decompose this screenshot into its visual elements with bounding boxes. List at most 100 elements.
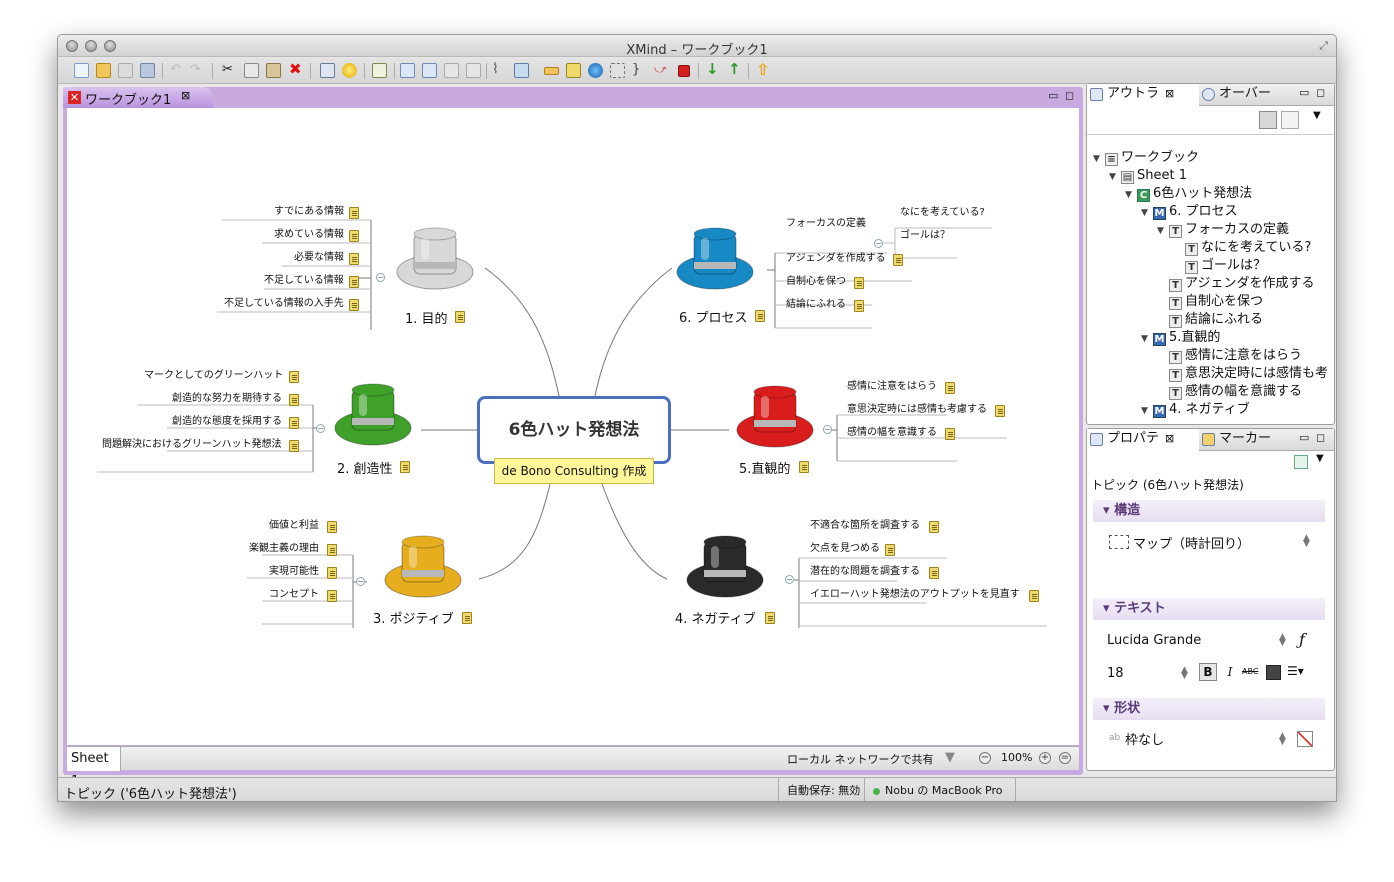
image-icon[interactable]	[514, 63, 529, 78]
tree-item[interactable]: ▼ M 4. ネガティブ	[1141, 401, 1250, 420]
shape-select[interactable]: 枠なし	[1125, 729, 1164, 748]
branch-negative-label[interactable]: 4. ネガティブ	[675, 608, 756, 627]
italic-icon[interactable]: I	[1223, 663, 1237, 681]
note-icon[interactable]	[327, 521, 337, 533]
sheet-tab[interactable]: Sheet 1	[67, 747, 121, 789]
note-icon[interactable]	[755, 310, 765, 322]
cut-icon[interactable]: ✂	[222, 63, 237, 78]
subtopic[interactable]: 欠点を見つめる	[810, 543, 880, 555]
branch-positive-label[interactable]: 3. ポジティブ	[373, 608, 454, 627]
fill-color-icon[interactable]	[1297, 731, 1313, 747]
redo-icon[interactable]: ↷	[190, 63, 205, 78]
view-menu-icon[interactable]: ▼	[1316, 453, 1324, 464]
minimize-view-icon[interactable]: ▭	[1299, 431, 1309, 444]
save-icon[interactable]	[118, 63, 133, 78]
bold-icon[interactable]: B	[1199, 663, 1217, 681]
select-stepper[interactable]: ▲ ▼	[1303, 534, 1310, 549]
collapse-toggle[interactable]: −	[823, 425, 832, 434]
note-icon[interactable]	[462, 612, 472, 624]
note-icon[interactable]	[765, 612, 775, 624]
note-icon[interactable]	[885, 544, 895, 556]
new-icon[interactable]	[74, 63, 89, 78]
tree-item[interactable]: T アジェンダを作成する	[1157, 275, 1314, 293]
font-select[interactable]: Lucida Grande	[1107, 633, 1201, 648]
summary-icon[interactable]: }	[632, 63, 647, 78]
tree-item[interactable]: ▼ ≡ ワークブック	[1093, 149, 1199, 168]
collapse-toggle[interactable]: −	[874, 239, 883, 248]
tree-item[interactable]: T なにを考えている?	[1173, 239, 1311, 257]
subtopic[interactable]: 結論にふれる	[786, 299, 846, 311]
minimize-view-icon[interactable]: ▭	[1048, 89, 1058, 102]
maximize-view-icon[interactable]: ◻	[1316, 431, 1325, 444]
subtopic[interactable]: なにを考えている?	[900, 207, 985, 219]
note-icon[interactable]	[995, 405, 1005, 417]
callout-note[interactable]: de Bono Consulting 作成	[494, 458, 654, 484]
paste-icon[interactable]	[266, 63, 281, 78]
drill-up-icon[interactable]: ↑	[728, 62, 743, 78]
subtopic[interactable]: 不足している情報の入手先	[224, 298, 344, 310]
branch-intuition-label[interactable]: 5.直観的	[739, 458, 790, 477]
section-structure[interactable]: ▾ 構造	[1093, 500, 1325, 522]
section-text[interactable]: ▾ テキスト	[1093, 598, 1325, 620]
note-icon[interactable]	[893, 254, 903, 266]
note-icon[interactable]	[455, 311, 465, 323]
relationship-icon[interactable]: ⤻	[654, 63, 669, 78]
tree-item[interactable]: ▼ M 5.直観的	[1141, 329, 1220, 348]
network-peer[interactable]: Nobu の MacBook Pro	[864, 778, 1016, 801]
autosave-status[interactable]: 自動保存: 無効	[778, 778, 864, 801]
note-icon[interactable]	[289, 394, 299, 406]
tree-item[interactable]: T 自制心を保つ	[1157, 293, 1263, 311]
collapse-toggle[interactable]: −	[376, 273, 385, 282]
insert-before-icon[interactable]	[444, 63, 459, 78]
font-size-field[interactable]: 18	[1107, 666, 1124, 681]
subtopic[interactable]: 意思決定時には感情も考慮する	[847, 404, 987, 416]
shape-stepper[interactable]: ▲ ▼	[1279, 732, 1286, 747]
copy-icon[interactable]	[244, 63, 259, 78]
subtopic[interactable]: コンセプト	[269, 589, 319, 601]
maximize-view-icon[interactable]: ◻	[1065, 89, 1074, 102]
subtopic[interactable]: フォーカスの定義	[786, 218, 866, 230]
subtopic[interactable]: 感情に注意をはらう	[847, 381, 937, 393]
idea-bulb-icon[interactable]	[342, 63, 357, 78]
subtopic[interactable]: アジェンダを作成する	[786, 253, 886, 265]
note-icon[interactable]	[349, 230, 359, 242]
zoom-in-icon[interactable]: +	[1039, 752, 1051, 764]
subtopic[interactable]: 必要な情報	[294, 252, 344, 264]
subtopic[interactable]: 創造的な態度を採用する	[172, 416, 282, 428]
insert-subtopic-icon[interactable]	[422, 63, 437, 78]
note-icon[interactable]	[289, 371, 299, 383]
collapse-toggle[interactable]: −	[316, 424, 325, 433]
presentation-icon[interactable]	[320, 63, 335, 78]
note-icon[interactable]	[327, 567, 337, 579]
insert-parent-icon[interactable]	[466, 63, 481, 78]
notes-icon[interactable]	[566, 63, 581, 78]
subtopic[interactable]: 創造的な努力を期待する	[172, 393, 282, 405]
tab-properties[interactable]: プロパテ ⊠	[1087, 429, 1199, 451]
collapse-toggle[interactable]: −	[356, 577, 365, 586]
subtopic[interactable]: 楽観主義の理由	[249, 543, 319, 555]
close-tab-icon[interactable]: ⊠	[181, 89, 190, 102]
tree-item[interactable]: ▼ ▤ Sheet 1	[1109, 167, 1187, 186]
subtopic[interactable]: 問題解決におけるグリーンハット発想法	[102, 439, 282, 451]
font-chooser-icon[interactable]: ƒ	[1299, 630, 1305, 649]
note-icon[interactable]	[945, 382, 955, 394]
subtopic[interactable]: 実現可能性	[269, 566, 319, 578]
size-stepper[interactable]: ▲ ▼	[1181, 666, 1188, 681]
branch-process-label[interactable]: 6. プロセス	[679, 307, 748, 326]
list-view-icon[interactable]	[1281, 111, 1299, 129]
drill-down-icon[interactable]: ↓	[706, 62, 721, 78]
structure-select[interactable]: マップ（時計回り）	[1133, 533, 1250, 552]
branch-creativity-label[interactable]: 2. 創造性	[337, 458, 393, 477]
tree-item[interactable]: T 意思決定時には感情も考	[1157, 365, 1334, 383]
tab-markers[interactable]: マーカー	[1199, 429, 1285, 451]
tree-item[interactable]: T ゴールは？	[1173, 257, 1266, 275]
note-icon[interactable]	[289, 440, 299, 452]
tree-item[interactable]: ▼ M 6. プロセス	[1141, 203, 1238, 222]
section-shape[interactable]: ▾ 形状	[1093, 698, 1325, 720]
hyperlink-globe-icon[interactable]	[588, 63, 603, 78]
close-icon[interactable]: ⊠	[1165, 87, 1174, 100]
zoom-fit-icon[interactable]: =	[1059, 752, 1071, 764]
branch-purpose-label[interactable]: 1. 目的	[405, 308, 448, 327]
tree-view-icon[interactable]	[1259, 111, 1277, 129]
subtopic[interactable]: 潜在的な問題を調査する	[810, 566, 920, 578]
